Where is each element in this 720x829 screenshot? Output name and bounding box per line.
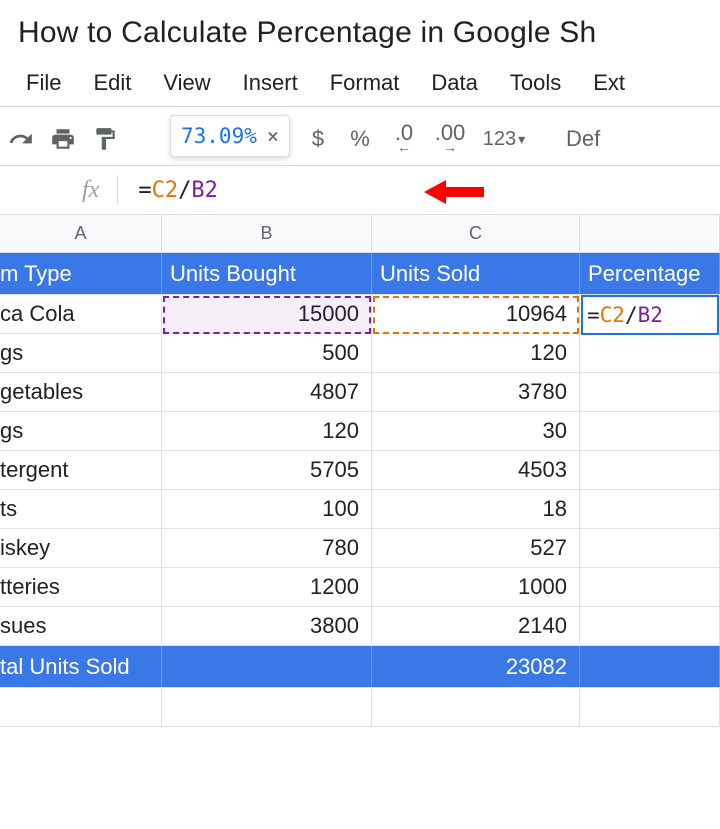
menu-tools[interactable]: Tools bbox=[494, 66, 577, 100]
formula-bar: fx =C2/B2 bbox=[0, 166, 720, 214]
redo-icon[interactable] bbox=[2, 120, 40, 158]
menu-format[interactable]: Format bbox=[314, 66, 416, 100]
increase-decimal-button[interactable]: .00→ bbox=[428, 120, 472, 158]
column-header-a[interactable]: A bbox=[0, 215, 162, 252]
cell-sold[interactable]: 4503 bbox=[372, 451, 580, 489]
cell-percentage[interactable] bbox=[580, 568, 720, 606]
table-row[interactable]: iskey 780 527 bbox=[0, 529, 720, 568]
header-item-type: m Type bbox=[0, 253, 162, 294]
total-label: tal Units Sold bbox=[0, 646, 162, 687]
cell-empty[interactable] bbox=[0, 688, 162, 726]
column-header-b[interactable]: B bbox=[162, 215, 372, 252]
header-units-bought: Units Bought bbox=[162, 253, 372, 294]
table-row[interactable]: tergent 5705 4503 bbox=[0, 451, 720, 490]
cell-bought[interactable]: 3800 bbox=[162, 607, 372, 645]
table-row[interactable]: tteries 1200 1000 bbox=[0, 568, 720, 607]
total-bought bbox=[162, 646, 372, 687]
cell-percentage[interactable] bbox=[580, 412, 720, 450]
currency-format-button[interactable]: $ bbox=[298, 120, 338, 158]
cell-percentage[interactable] bbox=[580, 373, 720, 411]
column-headers: A B C bbox=[0, 215, 720, 253]
menu-insert[interactable]: Insert bbox=[227, 66, 314, 100]
cell-item[interactable]: sues bbox=[0, 607, 162, 645]
table-row[interactable]: getables 4807 3780 bbox=[0, 373, 720, 412]
cell-item[interactable]: ca Cola bbox=[0, 295, 162, 333]
cell-item[interactable]: ts bbox=[0, 490, 162, 528]
cell-percentage[interactable] bbox=[580, 334, 720, 372]
menu-data[interactable]: Data bbox=[415, 66, 493, 100]
table-row[interactable]: gs 500 120 bbox=[0, 334, 720, 373]
cell-percentage[interactable] bbox=[580, 451, 720, 489]
table-total-row[interactable]: tal Units Sold 23082 bbox=[0, 646, 720, 688]
cell-sold[interactable]: 3780 bbox=[372, 373, 580, 411]
cell-bought[interactable]: 1200 bbox=[162, 568, 372, 606]
column-header-d[interactable] bbox=[580, 215, 720, 252]
formula-input[interactable]: =C2/B2 bbox=[138, 178, 218, 203]
toolbar: 73.09% × $ % .0← .00→ 123▾ Def bbox=[0, 109, 720, 165]
total-sold: 23082 bbox=[372, 646, 580, 687]
cell-sold[interactable]: 2140 bbox=[372, 607, 580, 645]
menu-file[interactable]: File bbox=[10, 66, 77, 100]
cell-percentage[interactable] bbox=[580, 529, 720, 567]
formula-result-value: 73.09% bbox=[181, 124, 257, 148]
spreadsheet-grid[interactable]: A B C m Type Units Bought Units Sold Per… bbox=[0, 214, 720, 727]
cell-item[interactable]: gs bbox=[0, 334, 162, 372]
cell-bought[interactable]: 120 bbox=[162, 412, 372, 450]
cell-bought[interactable]: 15000 bbox=[162, 295, 372, 333]
table-row[interactable]: sues 3800 2140 bbox=[0, 607, 720, 646]
cell-sold[interactable]: 30 bbox=[372, 412, 580, 450]
menu-ext[interactable]: Ext bbox=[577, 66, 641, 100]
cell-empty[interactable] bbox=[162, 688, 372, 726]
cell-bought[interactable]: 4807 bbox=[162, 373, 372, 411]
cell-percentage[interactable] bbox=[580, 490, 720, 528]
cell-sold[interactable]: 527 bbox=[372, 529, 580, 567]
cell-sold[interactable]: 1000 bbox=[372, 568, 580, 606]
menu-view[interactable]: View bbox=[147, 66, 226, 100]
table-header-row[interactable]: m Type Units Bought Units Sold Percentag… bbox=[0, 253, 720, 295]
cell-percentage[interactable] bbox=[580, 607, 720, 645]
total-percentage bbox=[580, 646, 720, 687]
arrow-annotation-icon bbox=[418, 174, 488, 216]
table-row[interactable]: gs 120 30 bbox=[0, 412, 720, 451]
close-icon[interactable]: × bbox=[267, 124, 279, 148]
table-row[interactable] bbox=[0, 688, 720, 727]
cell-bought[interactable]: 100 bbox=[162, 490, 372, 528]
cell-empty[interactable] bbox=[372, 688, 580, 726]
cell-bought[interactable]: 5705 bbox=[162, 451, 372, 489]
print-icon[interactable] bbox=[44, 120, 82, 158]
chevron-down-icon: ▾ bbox=[518, 131, 525, 148]
cell-item[interactable]: iskey bbox=[0, 529, 162, 567]
fx-label: fx bbox=[82, 177, 117, 204]
active-cell-editor[interactable]: =C2/B2 bbox=[581, 295, 719, 335]
menubar: File Edit View Insert Format Data Tools … bbox=[0, 66, 720, 106]
cell-empty[interactable] bbox=[580, 688, 720, 726]
page-title: How to Calculate Percentage in Google Sh bbox=[0, 0, 720, 66]
cell-sold[interactable]: 10964 bbox=[372, 295, 580, 333]
percent-format-button[interactable]: % bbox=[340, 120, 380, 158]
cell-item[interactable]: gs bbox=[0, 412, 162, 450]
cell-bought[interactable]: 780 bbox=[162, 529, 372, 567]
column-header-c[interactable]: C bbox=[372, 215, 580, 252]
divider bbox=[0, 106, 720, 107]
cell-bought[interactable]: 500 bbox=[162, 334, 372, 372]
divider bbox=[117, 175, 118, 205]
cell-item[interactable]: getables bbox=[0, 373, 162, 411]
menu-edit[interactable]: Edit bbox=[77, 66, 147, 100]
cell-sold[interactable]: 120 bbox=[372, 334, 580, 372]
header-percentage: Percentage bbox=[580, 253, 720, 294]
cell-sold[interactable]: 18 bbox=[372, 490, 580, 528]
formula-result-tooltip: 73.09% × bbox=[170, 115, 290, 157]
cell-item[interactable]: tteries bbox=[0, 568, 162, 606]
cell-item[interactable]: tergent bbox=[0, 451, 162, 489]
paint-format-icon[interactable] bbox=[86, 120, 124, 158]
table-row[interactable]: ts 100 18 bbox=[0, 490, 720, 529]
more-formats-button[interactable]: 123▾ bbox=[474, 120, 534, 158]
font-select[interactable]: Def bbox=[566, 126, 600, 152]
header-units-sold: Units Sold bbox=[372, 253, 580, 294]
decrease-decimal-button[interactable]: .0← bbox=[382, 120, 426, 158]
